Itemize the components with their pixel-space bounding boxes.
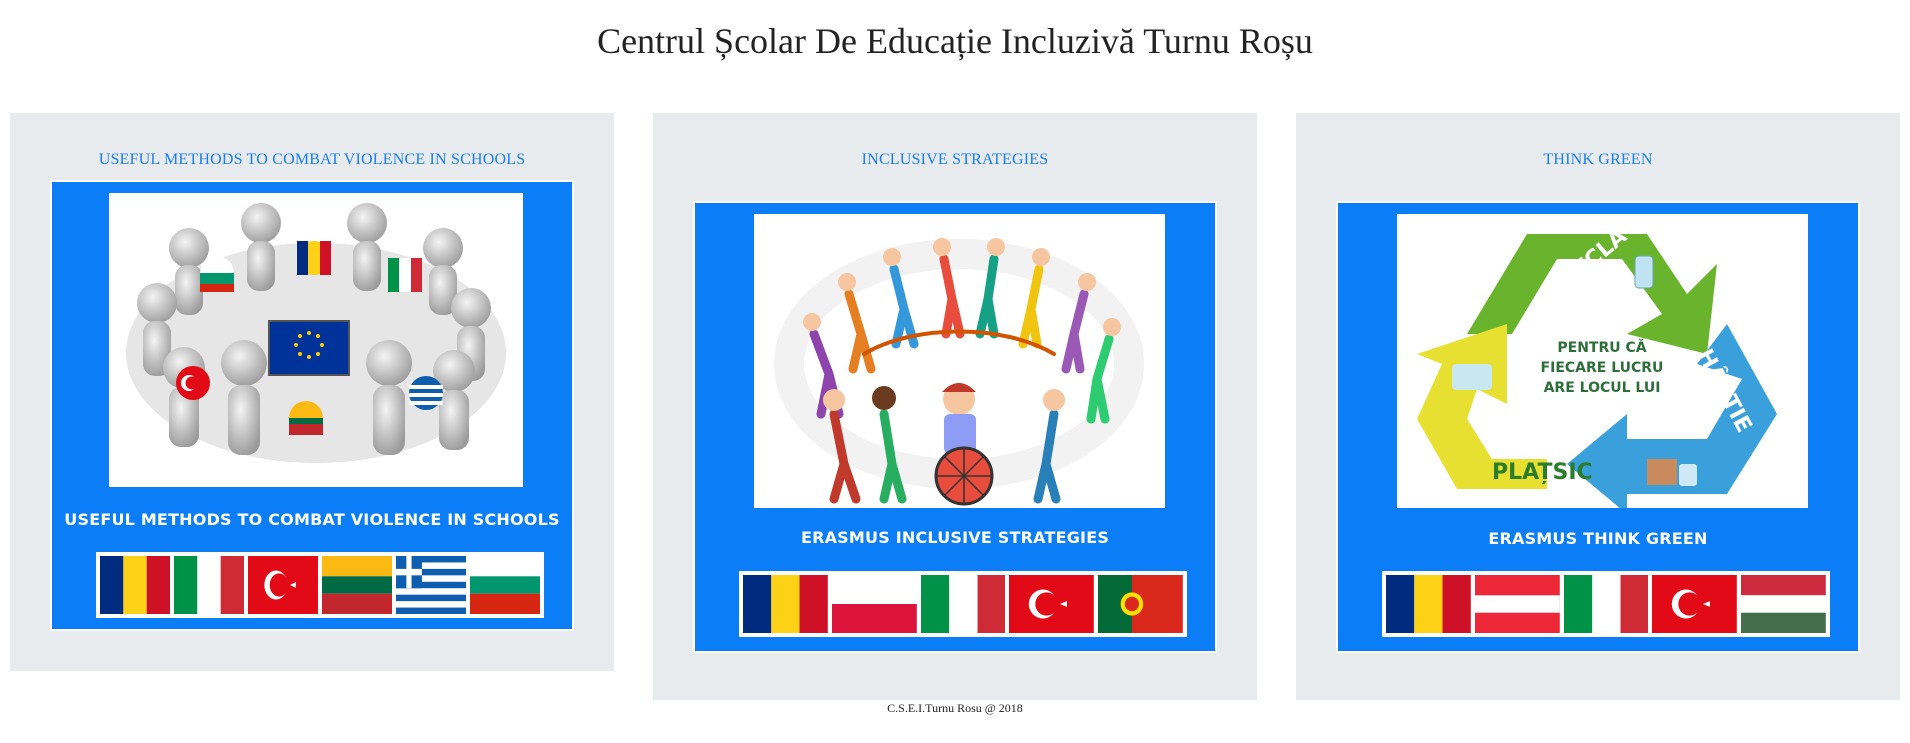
plastic-label: PLAȚSIC bbox=[1492, 460, 1593, 485]
flag-romania-icon bbox=[1386, 575, 1471, 633]
project-link-green[interactable]: THINK GREEN bbox=[1296, 151, 1900, 169]
flag-bulgaria-icon bbox=[470, 556, 540, 614]
flag-italy-icon bbox=[174, 556, 244, 614]
flag-turkey-icon bbox=[1652, 575, 1738, 633]
partner-flags bbox=[96, 552, 544, 618]
page-title: Centrul Școlar De Educație Incluzivă Tur… bbox=[597, 21, 1313, 61]
poster-caption: ERASMUS INCLUSIVE STRATEGIES bbox=[800, 528, 1110, 547]
flag-turkey-icon bbox=[1009, 575, 1095, 633]
footer-copyright: C.S.E.I.Turnu Rosu @ 2018 bbox=[887, 701, 1023, 715]
project-link-violence[interactable]: USEFUL METHODS TO COMBAT VIOLENCE IN SCH… bbox=[10, 151, 614, 169]
flag-italy-icon bbox=[1563, 575, 1649, 633]
project-poster-inclusive[interactable]: ERASMUS INCLUSIVE STRATEGIES bbox=[693, 201, 1217, 653]
center-text-line-2: FIECARE LUCRU bbox=[1541, 360, 1664, 376]
project-link-inclusive[interactable]: INCLUSIVE STRATEGIES bbox=[653, 151, 1257, 169]
flag-lithuania-icon bbox=[322, 556, 392, 614]
flag-greece-icon bbox=[396, 556, 466, 614]
flag-poland-icon bbox=[831, 575, 917, 633]
flag-portugal-icon bbox=[1098, 575, 1183, 633]
partner-flags bbox=[1382, 571, 1830, 637]
project-card-green: THINK GREEN SITCLĂ HÂRȚIE PLAȚSIC PENTRU… bbox=[1296, 113, 1900, 700]
flag-romania-icon bbox=[743, 575, 828, 633]
recycle-illustration: SITCLĂ HÂRȚIE PLAȚSIC PENTRU CĂ FIECARE … bbox=[1397, 214, 1808, 508]
flag-hungary-icon bbox=[1741, 575, 1826, 633]
poster-caption: ERASMUS THINK GREEN bbox=[1488, 529, 1708, 548]
center-text-line-1: PENTRU CĂ bbox=[1557, 338, 1646, 356]
project-poster-green[interactable]: SITCLĂ HÂRȚIE PLAȚSIC PENTRU CĂ FIECARE … bbox=[1336, 201, 1860, 653]
poster-caption: USEFUL METHODS TO COMBAT VIOLENCE IN SCH… bbox=[64, 510, 560, 529]
flag-turkey-icon bbox=[248, 556, 318, 614]
project-poster-violence[interactable]: USEFUL METHODS TO COMBAT VIOLENCE IN SCH… bbox=[50, 180, 574, 631]
center-text-line-3: ARE LOCUL LUI bbox=[1544, 380, 1661, 396]
inclusive-illustration bbox=[754, 214, 1165, 508]
flag-romania-icon bbox=[100, 556, 170, 614]
partner-flags bbox=[739, 571, 1187, 637]
flag-italy-icon bbox=[920, 575, 1006, 633]
project-card-inclusive: INCLUSIVE STRATEGIES ERASMUS INCLUSIVE S… bbox=[653, 113, 1257, 700]
flag-austria-icon bbox=[1474, 575, 1560, 633]
project-card-violence: USEFUL METHODS TO COMBAT VIOLENCE IN SCH… bbox=[10, 113, 614, 671]
violence-illustration bbox=[109, 193, 523, 487]
